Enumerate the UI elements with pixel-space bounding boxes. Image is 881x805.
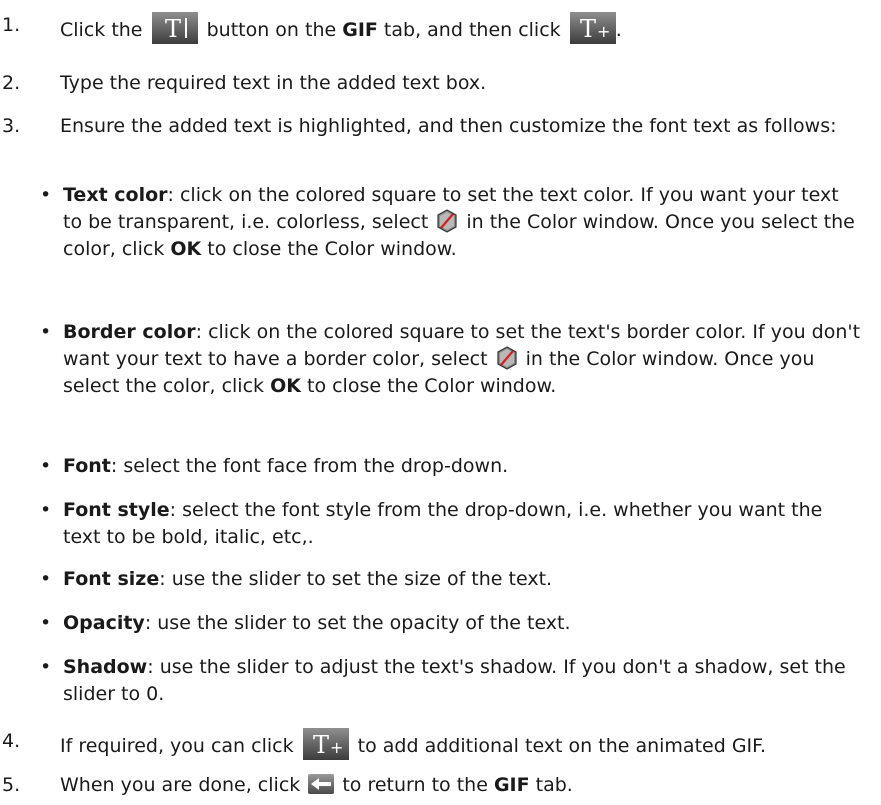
bullet-marker: • [40,321,52,343]
no-color-icon [496,346,518,370]
bullet-text: Opacity: use the slider to set the opaci… [63,612,571,634]
step-number: 1. [2,14,21,36]
step-number: 5. [2,774,21,796]
step-text: If required, you can click T + to add add… [60,728,866,760]
no-color-icon [436,209,458,233]
svg-text:+: + [597,22,610,41]
bullet-marker: • [40,612,52,634]
step-text: When you are done, click to return to th… [60,774,573,796]
back-arrow-icon[interactable] [308,774,335,794]
svg-text:T: T [580,15,596,43]
add-text-icon[interactable]: T + [302,728,349,760]
bullet-text: Font size: use the slider to set the siz… [63,568,553,590]
bullet-marker: • [40,568,52,590]
bullet-text: Shadow: use the slider to adjust the tex… [63,656,846,705]
bullet-marker: • [40,455,52,477]
step-text: Type the required text in the added text… [60,72,487,94]
bullet-marker: • [40,656,52,678]
svg-text:+: + [330,738,343,757]
step-text: Ensure the added text is highlighted, an… [60,115,837,137]
bullet-text: Font style: select the font style from t… [63,499,823,548]
svg-text:T: T [313,731,329,759]
svg-text:T: T [165,15,181,43]
bullet-marker: • [40,184,52,206]
step-number: 4. [2,730,21,752]
step-number: 3. [2,115,21,137]
bullet-marker: • [40,499,52,521]
add-text-icon[interactable]: T + [569,12,616,44]
bullet-text: Border color: click on the colored squar… [63,321,861,397]
step-number: 2. [2,72,21,94]
bullet-text: Font: select the font face from the drop… [63,455,509,477]
bullet-text: Text color: click on the colored square … [63,184,855,260]
step-text: Click the T button on the GIF tab, and t… [60,12,866,44]
text-tool-icon[interactable]: T [151,12,198,44]
